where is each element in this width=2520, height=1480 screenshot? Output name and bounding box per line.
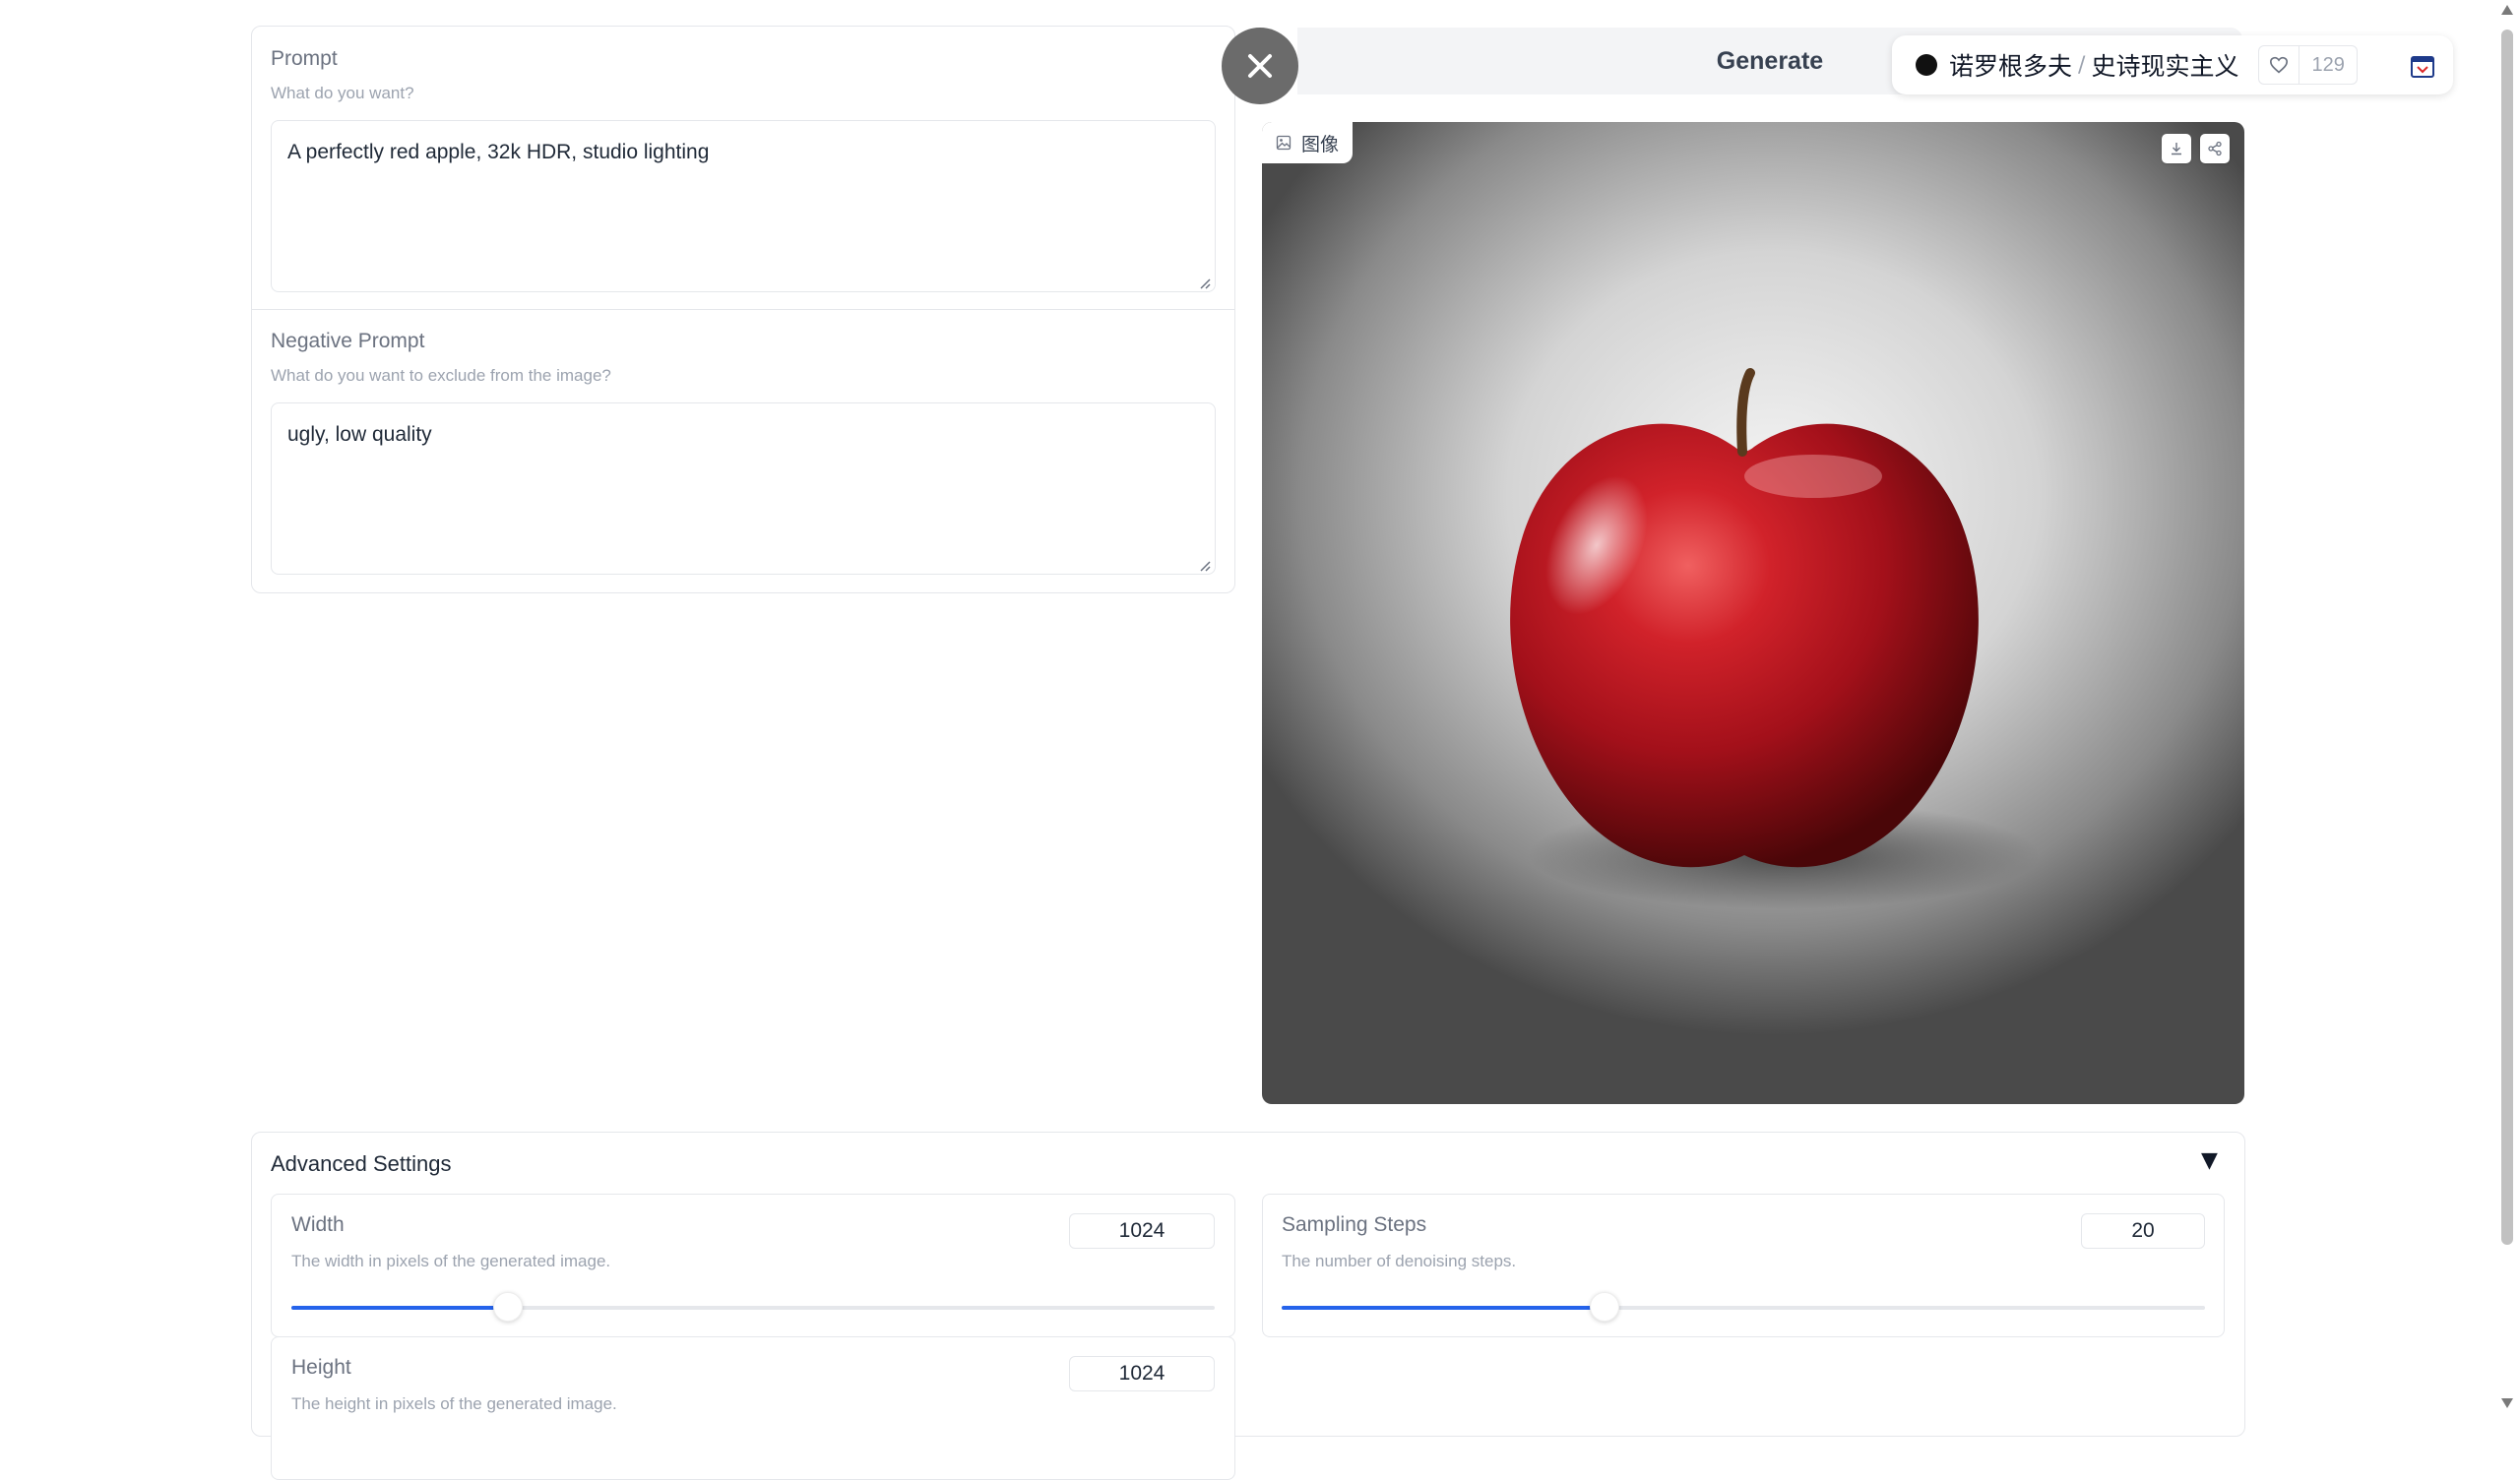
badge-name: 诺罗根多夫: [1949, 52, 2073, 81]
like-count: 129: [2311, 53, 2345, 76]
model-badge[interactable]: 诺罗根多夫 / 史诗现实主义 129: [1892, 35, 2453, 94]
apple-illustration-image: [1510, 368, 2040, 909]
scrollbar-thumb[interactable]: [2501, 30, 2513, 1245]
advanced-settings-title[interactable]: Advanced Settings: [271, 1151, 451, 1177]
sampling-steps-hint: The number of denoising steps.: [1282, 1252, 1517, 1270]
share-button[interactable]: [2200, 134, 2230, 163]
scroll-up-arrow-icon[interactable]: [2500, 4, 2514, 16]
width-input[interactable]: [1069, 1213, 1215, 1249]
width-hint: The width in pixels of the generated ima…: [291, 1252, 611, 1270]
resize-grip-icon[interactable]: [1199, 560, 1211, 572]
image-label-tag: 图像: [1262, 122, 1354, 163]
badge-separator: /: [2078, 52, 2086, 78]
sampling-steps-slider-fill: [1282, 1306, 1606, 1310]
download-icon: [2172, 143, 2181, 155]
width-slider-fill: [291, 1306, 509, 1310]
close-icon: [1248, 54, 1272, 78]
image-tag-text: 图像: [1301, 133, 1340, 155]
sampling-steps-input[interactable]: [2081, 1213, 2205, 1249]
prompt-hint: What do you want?: [271, 84, 414, 102]
advanced-toggle-icon[interactable]: ▼: [2201, 1148, 2218, 1173]
negative-prompt-input[interactable]: [271, 402, 1216, 575]
scroll-down-arrow-icon[interactable]: [2500, 1397, 2514, 1409]
prompt-divider: [252, 309, 1234, 310]
status-dot-icon: [1916, 54, 1937, 76]
generate-label: Generate: [1716, 46, 1824, 75]
width-slider[interactable]: [291, 1292, 1215, 1322]
negative-prompt-hint: What do you want to exclude from the ima…: [271, 366, 611, 385]
sampling-steps-slider[interactable]: [1282, 1292, 2205, 1322]
like-button[interactable]: 129: [2258, 45, 2358, 85]
share-icon: [2208, 141, 2222, 156]
close-button[interactable]: [1222, 28, 1298, 104]
calendar-icon: [2411, 56, 2434, 78]
resize-grip-icon[interactable]: [1199, 278, 1211, 289]
height-hint: The height in pixels of the generated im…: [291, 1394, 617, 1413]
calendar-button[interactable]: [2398, 41, 2447, 91]
badge-style: 史诗现实主义: [2091, 52, 2239, 81]
prompt-input[interactable]: [271, 120, 1216, 292]
width-label: Width: [291, 1213, 345, 1236]
download-button[interactable]: [2162, 134, 2191, 163]
prompt-label: Prompt: [271, 47, 338, 70]
height-label: Height: [291, 1356, 351, 1379]
heart-icon: [2259, 46, 2300, 84]
generated-image: 图像: [1262, 122, 2244, 1104]
sampling-steps-label: Sampling Steps: [1282, 1213, 1427, 1236]
image-icon: [1276, 135, 1292, 151]
height-input[interactable]: [1069, 1356, 1215, 1391]
negative-prompt-label: Negative Prompt: [271, 330, 425, 352]
